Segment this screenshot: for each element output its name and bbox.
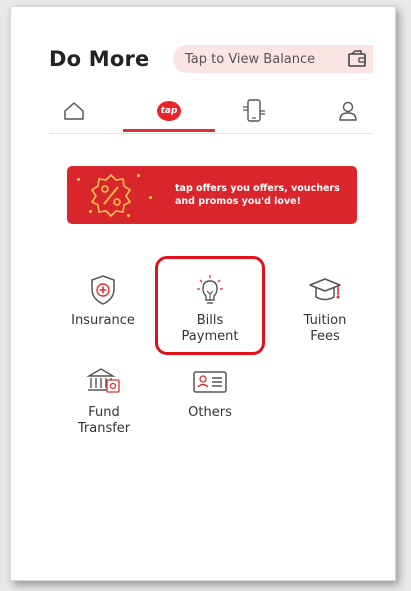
- view-balance-button[interactable]: Tap to View Balance: [173, 45, 373, 73]
- tab-phone[interactable]: [239, 93, 269, 133]
- tab-home[interactable]: [59, 93, 89, 133]
- bills-payment-highlight: [155, 256, 265, 355]
- banner-text: tap offers you offers, vouchers and prom…: [175, 183, 340, 207]
- tab-bar: tap: [49, 93, 373, 134]
- shield-plus-icon: [63, 273, 143, 307]
- service-label: Others: [188, 405, 232, 420]
- service-others[interactable]: Others: [171, 365, 249, 421]
- tab-tap[interactable]: tap: [123, 93, 215, 132]
- page-title: Do More: [49, 47, 150, 71]
- service-label: Insurance: [71, 313, 135, 328]
- app-frame: Do More Tap to View Balance tap tap offe…: [10, 6, 396, 581]
- graduation-cap-icon: [285, 273, 365, 307]
- view-balance-label: Tap to View Balance: [185, 51, 316, 67]
- service-insurance[interactable]: Insurance: [63, 273, 143, 329]
- service-label-line2: Transfer: [77, 421, 131, 436]
- service-label-line1: Fund: [88, 405, 120, 420]
- tap-logo-icon: tap: [157, 101, 181, 121]
- home-icon: [63, 101, 85, 125]
- tab-profile[interactable]: [333, 93, 363, 133]
- user-icon: [338, 100, 358, 126]
- service-label-line1: Tuition: [303, 313, 347, 328]
- percent-badge-icon: [81, 172, 141, 222]
- phone-icon: [241, 98, 267, 128]
- offers-banner[interactable]: tap offers you offers, vouchers and prom…: [67, 166, 357, 224]
- service-tuition-fees[interactable]: Tuition Fees: [285, 273, 365, 345]
- id-card-icon: [171, 365, 249, 399]
- service-label-line2: Fees: [310, 329, 340, 344]
- bank-transfer-icon: [69, 365, 139, 399]
- wallet-icon: [347, 50, 367, 72]
- service-fund-transfer[interactable]: Fund Transfer: [69, 365, 139, 437]
